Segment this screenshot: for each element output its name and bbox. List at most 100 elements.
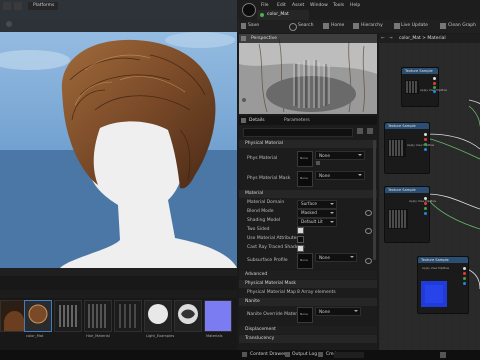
menu-icon[interactable] bbox=[241, 36, 246, 41]
home-button[interactable]: Home bbox=[331, 23, 344, 29]
texture-sample-node[interactable]: Texture Sample Apply View MipBias bbox=[384, 186, 436, 243]
row-label: Shading Model bbox=[247, 218, 281, 223]
phys-material-dropdown[interactable]: None bbox=[315, 151, 365, 160]
nanite-override-dropdown[interactable]: None bbox=[315, 307, 361, 316]
editor-toolbar: Save Search Home Hierarchy Live Update C… bbox=[237, 20, 480, 33]
grid-view-icon[interactable] bbox=[357, 128, 363, 134]
section-title: Physical Material Mask bbox=[245, 281, 297, 286]
output-pin[interactable] bbox=[424, 148, 427, 151]
title-bar: File Edit Asset Window Tools Help color_… bbox=[237, 0, 480, 20]
output-pin[interactable] bbox=[433, 82, 436, 85]
settings-icon[interactable] bbox=[367, 128, 373, 134]
details-search-input[interactable] bbox=[243, 128, 353, 137]
subsurface-profile-dropdown[interactable]: None bbox=[315, 253, 357, 262]
node-title: Texture Sample bbox=[418, 257, 468, 263]
row-label: Phys Material Mask bbox=[247, 176, 291, 181]
row-label: Nanite Override Material bbox=[247, 312, 303, 317]
output-pin[interactable] bbox=[424, 133, 427, 136]
source-control-icon[interactable] bbox=[440, 352, 446, 358]
save-icon[interactable] bbox=[14, 2, 22, 10]
output-pin[interactable] bbox=[433, 86, 436, 89]
output-pin[interactable] bbox=[433, 90, 436, 93]
node-title: Texture Sample bbox=[385, 187, 429, 193]
row-label: Material Domain bbox=[247, 200, 285, 205]
section-advanced[interactable]: Advanced bbox=[239, 271, 377, 279]
details-scrollbar[interactable] bbox=[373, 140, 376, 260]
section-material[interactable]: Material bbox=[239, 190, 377, 198]
asset-thumb-light[interactable]: Light_Examples bbox=[144, 300, 174, 338]
texture-sample-node[interactable]: Texture Sample Apply View MipBias bbox=[401, 67, 447, 107]
asset-label: Light_Examples bbox=[146, 334, 175, 338]
axis-icon bbox=[242, 98, 246, 102]
forward-arrow-icon[interactable]: → bbox=[389, 36, 393, 42]
asset-label: Materials bbox=[206, 334, 223, 338]
texture-sample-node[interactable]: Texture Sample Apply View MipBias bbox=[384, 122, 434, 174]
menu-help[interactable]: Help bbox=[350, 3, 360, 9]
platforms-dropdown[interactable]: Platforms bbox=[28, 2, 58, 10]
tab-details[interactable]: Details bbox=[249, 118, 265, 124]
asset-thumb-7[interactable] bbox=[174, 300, 202, 332]
browse-icon[interactable] bbox=[316, 161, 320, 165]
cast-ray-traced-shadows-checkbox[interactable] bbox=[297, 245, 304, 252]
asset-thumb-color-mat[interactable]: color_Mat bbox=[24, 300, 52, 338]
details-panel: Details Parameters Physical Material Phy… bbox=[239, 116, 377, 350]
row-label: Physical Material Map bbox=[247, 290, 296, 295]
tab-color-mat[interactable]: color_Mat bbox=[257, 10, 309, 20]
section-physical-material[interactable]: Physical Material bbox=[239, 140, 377, 148]
section-translucency[interactable]: Translucency bbox=[239, 335, 377, 343]
material-editor: File Edit Asset Window Tools Help color_… bbox=[237, 0, 480, 350]
phys-material-mask-dropdown[interactable]: None bbox=[315, 171, 365, 180]
preview-perspective-tab[interactable]: Perspective bbox=[251, 36, 277, 42]
row-phys-material: Phys Material None None bbox=[239, 150, 377, 168]
section-nanite[interactable]: Nanite bbox=[239, 298, 377, 306]
output-pin[interactable] bbox=[463, 272, 466, 275]
menu-tools[interactable]: Tools bbox=[333, 3, 344, 9]
back-arrow-icon[interactable]: ← bbox=[381, 36, 385, 42]
content-drawer-button[interactable]: Content Drawer bbox=[250, 352, 286, 358]
details-tabs: Details Parameters bbox=[239, 116, 377, 125]
clean-graph-icon bbox=[440, 23, 446, 29]
output-pin[interactable] bbox=[463, 267, 466, 270]
asset-thumb-3[interactable] bbox=[54, 300, 82, 332]
save-button[interactable]: Save bbox=[248, 23, 259, 29]
live-update-button[interactable]: Live Update bbox=[401, 23, 428, 29]
reset-icon[interactable] bbox=[365, 258, 372, 264]
output-pin[interactable] bbox=[424, 197, 427, 200]
material-graph[interactable]: ← → color_Mat > Material Texture Sample … bbox=[379, 34, 480, 350]
output-pin[interactable] bbox=[424, 143, 427, 146]
output-log-button[interactable]: Output Log bbox=[292, 352, 317, 358]
menu-icon[interactable] bbox=[3, 2, 11, 10]
asset-thumb-5[interactable] bbox=[114, 300, 142, 332]
preview-viewport[interactable]: Perspective bbox=[239, 34, 377, 114]
tab-parameters[interactable]: Parameters bbox=[284, 118, 310, 124]
output-pin[interactable] bbox=[433, 77, 436, 80]
output-pin[interactable] bbox=[463, 277, 466, 280]
texture-sample-node[interactable]: Texture Sample Apply View MipBias bbox=[417, 256, 469, 314]
section-displacement[interactable]: Displacement bbox=[239, 326, 377, 334]
view-options-icon[interactable] bbox=[6, 21, 12, 27]
section-title: Advanced bbox=[245, 272, 268, 277]
search-button[interactable]: Search bbox=[298, 23, 313, 29]
row-label: Blend Mode bbox=[247, 209, 274, 214]
hierarchy-button[interactable]: Hierarchy bbox=[361, 23, 383, 29]
menu-asset[interactable]: Asset bbox=[292, 3, 304, 9]
menu-edit[interactable]: Edit bbox=[277, 3, 286, 9]
output-pin[interactable] bbox=[424, 207, 427, 210]
console-input[interactable] bbox=[334, 352, 364, 358]
output-pin[interactable] bbox=[424, 138, 427, 141]
section-title: Displacement bbox=[245, 327, 276, 332]
menu-window[interactable]: Window bbox=[310, 3, 328, 9]
output-pin[interactable] bbox=[424, 202, 427, 205]
output-pin[interactable] bbox=[463, 282, 466, 285]
two-sided-checkbox[interactable] bbox=[297, 227, 304, 234]
section-physical-material-mask[interactable]: Physical Material Mask bbox=[239, 280, 377, 288]
texture-preview bbox=[421, 281, 447, 307]
clean-graph-button[interactable]: Clean Graph bbox=[448, 23, 476, 29]
section-title: Nanite bbox=[245, 299, 260, 304]
menu-file[interactable]: File bbox=[261, 3, 269, 9]
asset-thumb-hair[interactable]: Hair_Material bbox=[84, 300, 112, 338]
asset-thumb-materials[interactable]: Materials bbox=[204, 300, 232, 338]
level-viewport[interactable]: Platforms bbox=[0, 0, 237, 268]
output-pin[interactable] bbox=[424, 212, 427, 215]
use-material-attributes-checkbox[interactable] bbox=[297, 236, 304, 243]
